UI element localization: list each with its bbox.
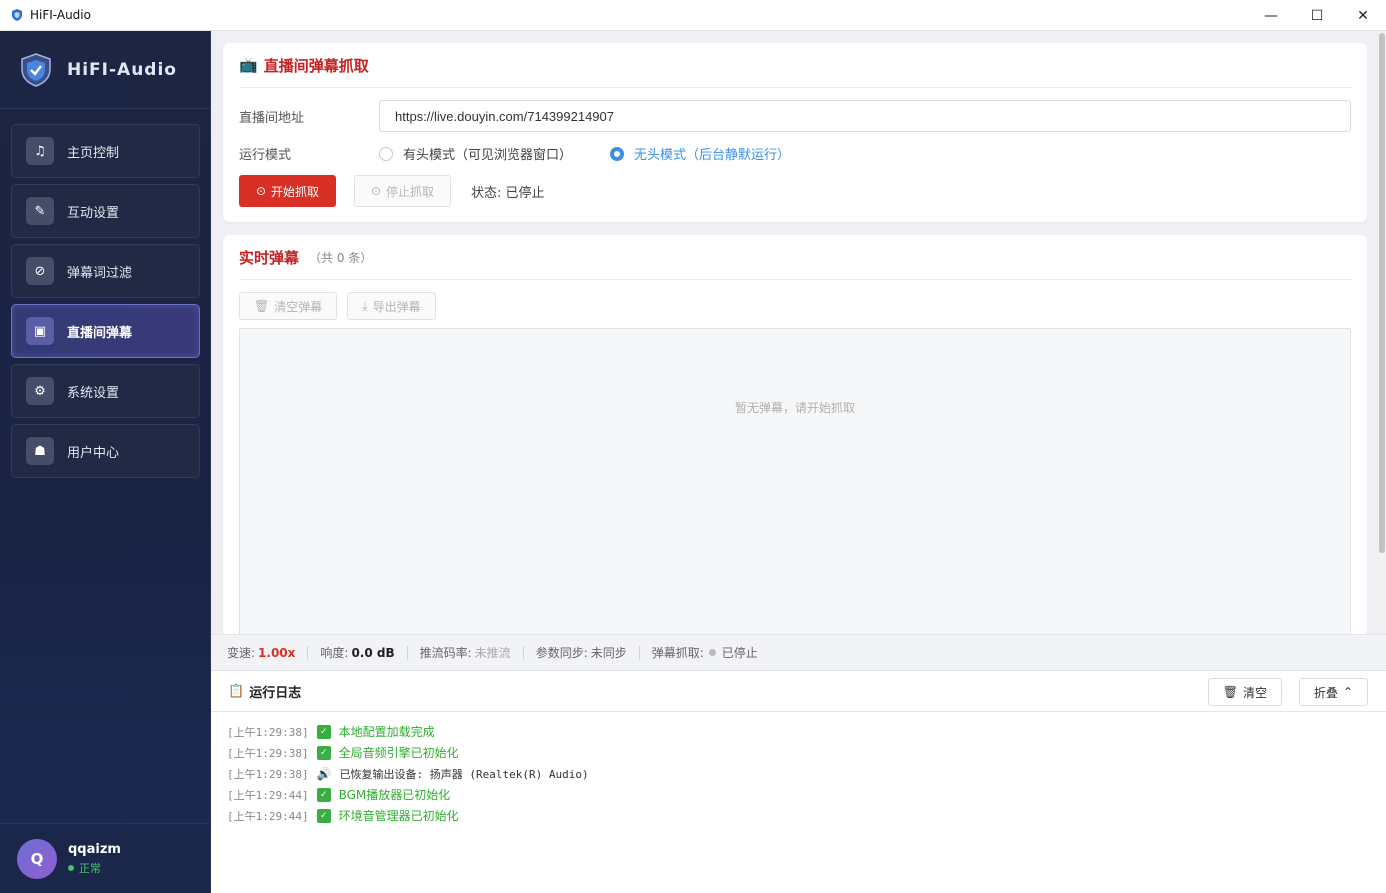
clear-danmaku-button[interactable]: 🗑 清空弹幕 <box>239 292 338 320</box>
trash-icon: 🗑 <box>254 299 270 313</box>
mode-label: 运行模式 <box>239 148 292 163</box>
maximize-button[interactable]: ☐ <box>1294 0 1340 31</box>
headless-mode-radio[interactable]: 无头模式（后台静默运行） <box>610 144 790 163</box>
empty-state-text: 暂无弹幕，请开始抓取 <box>734 401 855 415</box>
bitrate-stat: 推流码率: 未推流 <box>395 644 511 661</box>
capture-card: 📺 直播间弹幕抓取 直播间地址 运行模式 有头模式（可见浏览器窗口） 无头模式（… <box>223 43 1367 222</box>
status-bar: 变速: 1.00x 响度: 0.0 dB 推流码率: 未推流 参数同步: 未同步 弹幕抓… <box>211 634 1386 671</box>
speed-stat: 变速: 1.00x <box>227 645 296 661</box>
magic-wand-icon: ✎ <box>26 197 54 225</box>
user-name: qqaizm <box>68 841 121 857</box>
check-icon: ✓ <box>316 745 331 760</box>
check-icon: ✓ <box>316 724 331 739</box>
music-note-icon: ♫ <box>26 137 54 165</box>
user-status: 正常 <box>68 860 121 876</box>
live-url-input[interactable] <box>379 100 1351 132</box>
url-label: 直播间地址 <box>239 110 305 126</box>
trash-icon: 🗑 <box>1222 685 1238 699</box>
sidebar-item-home-control[interactable]: ♫ 主页控制 <box>11 124 200 178</box>
sidebar-item-label: 用户中心 <box>67 445 120 461</box>
minimize-button[interactable]: — <box>1248 0 1294 31</box>
sidebar-item-user-center[interactable]: ☗ 用户中心 <box>11 424 200 478</box>
title-bar: HiFI-Audio — ☐ ✕ <box>0 0 1386 31</box>
chevron-up-icon: ⌃ <box>1342 685 1353 699</box>
brand-name: HiFI-Audio <box>67 59 177 80</box>
status-dot-icon <box>708 649 716 656</box>
fold-log-button[interactable]: 折叠 ⌃ <box>1298 678 1368 706</box>
log-line: [上午1:29:38] ✓ 全局音频引擎已初始化 <box>227 745 459 760</box>
sidebar-item-label: 互动设置 <box>67 205 120 221</box>
headful-mode-radio[interactable]: 有头模式（可见浏览器窗口） <box>379 144 572 163</box>
sidebar: HiFI-Audio ♫ 主页控制 ✎ 互动设置 ⊘ 弹幕词过滤 ▣ 直播间弹幕… <box>0 31 211 893</box>
stop-icon: ⊙ <box>370 184 382 198</box>
realtime-title: 实时弹幕 <box>239 248 300 267</box>
radio-circle <box>379 146 393 161</box>
app-shield-icon <box>12 9 22 21</box>
realtime-danmaku-card: 实时弹幕 （共 0 条） 🗑 清空弹幕 ⤓ 导出弹幕 暂无弹幕，请开始抓取 <box>223 235 1367 634</box>
block-icon: ⊘ <box>26 257 54 285</box>
clipboard-icon: 📋 <box>228 684 245 699</box>
log-title: 运行日志 <box>249 686 302 701</box>
log-line: [上午1:29:38] 🔊 已恢复输出设备: 扬声器 (Realtek(R) Aud… <box>227 766 589 781</box>
brand: HiFI-Audio <box>0 31 210 109</box>
sidebar-item-label: 弹幕词过滤 <box>67 265 133 281</box>
log-panel: 📋 运行日志 🗑 清空 折叠 ⌃ [上午1:29:38] ✓ 本地配置加载完成 [上… <box>211 672 1386 893</box>
main-scrollbar[interactable] <box>1378 31 1386 634</box>
status-dot-icon <box>68 864 74 871</box>
danmaku-count: （共 0 条） <box>309 250 373 265</box>
danmaku-list[interactable]: 暂无弹幕，请开始抓取 <box>239 328 1351 634</box>
play-icon: ⊙ <box>255 184 267 198</box>
capture-title: 直播间弹幕抓取 <box>263 56 369 75</box>
loudness-stat: 响度: 0.0 dB <box>295 644 395 661</box>
log-lines: [上午1:29:38] ✓ 本地配置加载完成 [上午1:29:38] ✓ 全局音频引擎已… <box>211 712 1386 826</box>
start-capture-button[interactable]: ⊙ 开始抓取 <box>239 175 336 207</box>
speaker-icon: 🔊 <box>316 766 332 781</box>
avatar: Q <box>17 838 57 879</box>
gear-icon: ⚙ <box>26 377 54 405</box>
log-line: [上午1:29:38] ✓ 本地配置加载完成 <box>227 724 435 739</box>
check-icon: ✓ <box>316 808 331 823</box>
sidebar-item-label: 系统设置 <box>67 385 120 401</box>
sync-stat: 参数同步: 未同步 <box>511 644 627 661</box>
log-line: [上午1:29:44] ✓ BGM播放器已初始化 <box>227 787 451 802</box>
tv-icon: ▣ <box>26 317 54 345</box>
clear-log-button[interactable]: 🗑 清空 <box>1207 678 1282 706</box>
radio-circle <box>610 146 625 161</box>
stop-capture-button[interactable]: ⊙ 停止抓取 <box>354 175 451 207</box>
sidebar-nav: ♫ 主页控制 ✎ 互动设置 ⊘ 弹幕词过滤 ▣ 直播间弹幕 ⚙ 系统设置 ☗ 用… <box>0 109 210 478</box>
sidebar-item-system-settings[interactable]: ⚙ 系统设置 <box>11 364 200 418</box>
sidebar-item-label: 主页控制 <box>67 145 120 161</box>
sidebar-item-live-danmaku[interactable]: ▣ 直播间弹幕 <box>11 304 200 358</box>
export-danmaku-button[interactable]: ⤓ 导出弹幕 <box>347 292 436 320</box>
log-line: [上午1:29:44] ✓ 环境音管理器已初始化 <box>227 808 459 823</box>
main-content: 📺 直播间弹幕抓取 直播间地址 运行模式 有头模式（可见浏览器窗口） 无头模式（… <box>211 31 1386 634</box>
scrollbar-thumb[interactable] <box>1379 33 1385 553</box>
capture-stat: 弹幕抓取: 已停止 <box>627 644 758 661</box>
close-button[interactable]: ✕ <box>1340 0 1386 31</box>
download-icon: ⤓ <box>362 298 368 313</box>
window-title: HiFI-Audio <box>30 8 91 22</box>
shield-logo-icon <box>21 52 51 87</box>
check-icon: ✓ <box>316 787 331 802</box>
user-icon: ☗ <box>26 437 54 465</box>
sidebar-item-interaction-settings[interactable]: ✎ 互动设置 <box>11 184 200 238</box>
capture-status: 状态: 已停止 <box>471 185 545 201</box>
user-panel[interactable]: Q qqaizm 正常 <box>0 823 210 893</box>
sidebar-item-word-filter[interactable]: ⊘ 弹幕词过滤 <box>11 244 200 298</box>
tv-icon: 📺 <box>239 56 258 74</box>
sidebar-item-label: 直播间弹幕 <box>67 325 133 341</box>
